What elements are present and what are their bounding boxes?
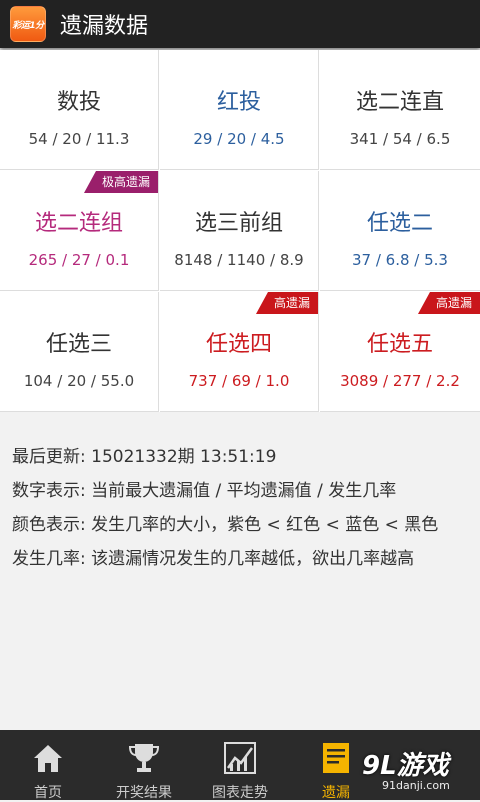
tab-label: 开奖结果 xyxy=(116,785,172,801)
watermark-url: 91danji.com xyxy=(382,779,450,792)
page-title: 遗漏数据 xyxy=(60,14,149,39)
grid-cell-xuan2lianzu[interactable]: 极高遗漏 选二连组 265 / 27 / 0.1 xyxy=(0,171,159,291)
legend-info: 最后更新: 15021332期 13:51:19 数字表示: 当前最大遗漏值 /… xyxy=(12,440,472,576)
cell-nums: 29 / 20 / 4.5 xyxy=(193,130,285,148)
grid-cell-renxuan5[interactable]: 高遗漏 任选五 3089 / 277 / 2.2 xyxy=(320,292,480,412)
watermark: 9L游戏 91danji.com xyxy=(350,745,470,795)
cell-nums: 341 / 54 / 6.5 xyxy=(349,130,451,148)
grid-cell-xuan2lianzhi[interactable]: 选二连直 341 / 54 / 6.5 xyxy=(320,50,480,170)
cell-nums: 104 / 20 / 55.0 xyxy=(23,372,135,390)
tab-home[interactable]: 首页 xyxy=(0,730,96,801)
chart-icon xyxy=(224,742,256,774)
cell-name: 选三前组 xyxy=(194,211,283,236)
tab-chart[interactable]: 图表走势 xyxy=(192,730,288,801)
grid-cell-xuan3qianzu[interactable]: 选三前组 8148 / 1140 / 8.9 xyxy=(160,171,319,291)
digits-legend-text: 数字表示: 当前最大遗漏值 / 平均遗漏值 / 发生几率 xyxy=(12,481,397,501)
cell-name: 选二连组 xyxy=(34,211,123,236)
app-logo-text: 彩运1分 xyxy=(12,20,44,31)
grid-cell-renxuan2[interactable]: 任选二 37 / 6.8 / 5.3 xyxy=(320,171,480,291)
high-omission-badge: 高遗漏 xyxy=(417,292,480,314)
high-omission-badge: 高遗漏 xyxy=(255,292,318,314)
high-omission-badge: 极高遗漏 xyxy=(83,171,158,193)
grid-cell-renxuan4[interactable]: 高遗漏 任选四 737 / 69 / 1.0 xyxy=(160,292,319,412)
lottery-grid: 数投 54 / 20 / 11.3 红投 29 / 20 / 4.5 选二连直 … xyxy=(0,50,480,412)
cell-nums: 8148 / 1140 / 8.9 xyxy=(174,251,304,269)
cell-nums: 737 / 69 / 1.0 xyxy=(188,372,290,390)
tab-results[interactable]: 开奖结果 xyxy=(96,730,192,801)
cell-name: 任选五 xyxy=(366,332,433,357)
cell-name: 红投 xyxy=(216,90,261,115)
last-updated-text: 最后更新: 15021332期 13:51:19 xyxy=(12,447,277,467)
cell-name: 任选二 xyxy=(366,211,433,236)
cell-nums: 54 / 20 / 11.3 xyxy=(28,130,130,148)
watermark-main: 9L游戏 xyxy=(362,751,449,781)
cell-name: 选二连直 xyxy=(355,90,444,115)
colors-legend-text: 颜色表示: 发生几率的大小，紫色 < 红色 < 蓝色 < 黑色 xyxy=(12,515,439,535)
cell-nums: 265 / 27 / 0.1 xyxy=(28,251,130,269)
trophy-icon xyxy=(128,744,160,772)
cell-name: 任选四 xyxy=(205,332,272,357)
title-bar: 彩运1分 遗漏数据 xyxy=(0,0,480,48)
cell-name: 数投 xyxy=(56,90,101,115)
home-icon xyxy=(34,745,62,772)
probability-legend-text: 发生几率: 该遗漏情况发生的几率越低，欲出几率越高 xyxy=(12,549,415,569)
document-icon xyxy=(323,743,349,773)
grid-cell-shutou[interactable]: 数投 54 / 20 / 11.3 xyxy=(0,50,159,170)
cell-nums: 37 / 6.8 / 5.3 xyxy=(352,251,448,269)
grid-cell-hongtou[interactable]: 红投 29 / 20 / 4.5 xyxy=(160,50,319,170)
tab-label: 首页 xyxy=(34,785,62,801)
cell-nums: 3089 / 277 / 2.2 xyxy=(340,372,460,390)
app-logo-icon[interactable]: 彩运1分 xyxy=(10,6,46,42)
tab-label: 图表走势 xyxy=(212,785,268,801)
grid-cell-renxuan3[interactable]: 任选三 104 / 20 / 55.0 xyxy=(0,292,159,412)
cell-name: 任选三 xyxy=(45,332,112,357)
